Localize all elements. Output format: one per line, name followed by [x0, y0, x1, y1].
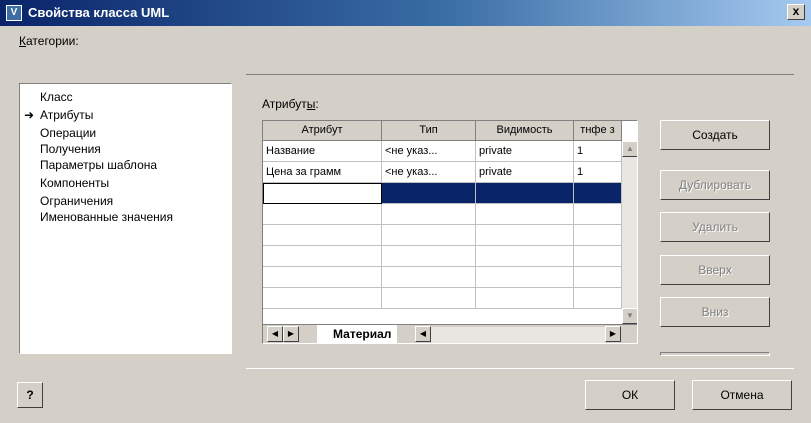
horizontal-scroll-track[interactable] — [431, 327, 605, 343]
duplicate-button[interactable]: Дублировать — [660, 170, 770, 200]
vertical-scrollbar[interactable]: ▲ ▼ — [622, 141, 637, 324]
tab-next-icon[interactable]: ▶ — [283, 326, 299, 342]
move-down-button[interactable]: Вниз — [660, 297, 770, 327]
table-cell[interactable]: private — [476, 162, 574, 183]
category-item-components[interactable]: Компоненты — [40, 176, 109, 191]
table-cell[interactable] — [476, 246, 574, 267]
tab-prev-icon[interactable]: ◀ — [267, 326, 283, 342]
scroll-up-icon[interactable]: ▲ — [622, 141, 637, 157]
table-cell[interactable]: <не указ... — [382, 162, 476, 183]
sheet-tab-bar: ◀ ▶ Материал ◀ ▶ — [263, 324, 637, 343]
column-header-multiplicity[interactable]: тнфе з — [574, 121, 622, 141]
table-cell[interactable]: 1 — [574, 141, 622, 162]
attributes-label: Атрибуты: — [262, 97, 319, 111]
table-cell[interactable] — [574, 225, 622, 246]
help-button[interactable]: ? — [17, 382, 43, 408]
app-icon: V — [6, 5, 22, 21]
hscroll-left-icon[interactable]: ◀ — [415, 326, 431, 342]
ok-button[interactable]: ОК — [585, 380, 675, 410]
table-cell[interactable] — [263, 288, 382, 309]
close-button[interactable]: x — [787, 4, 805, 20]
category-item-operations[interactable]: Операции — [40, 126, 96, 141]
table-cell[interactable] — [574, 288, 622, 309]
cancel-button[interactable]: Отмена — [692, 380, 792, 410]
table-cell[interactable] — [382, 246, 476, 267]
table-cell[interactable] — [574, 204, 622, 225]
category-item-class[interactable]: Класс — [40, 90, 73, 105]
delete-button[interactable]: Удалить — [660, 212, 770, 242]
new-row-input[interactable] — [263, 183, 382, 204]
table-cell[interactable] — [476, 225, 574, 246]
table-cell[interactable] — [263, 246, 382, 267]
table-cell[interactable] — [574, 267, 622, 288]
table-cell[interactable] — [382, 225, 476, 246]
column-header-attribute[interactable]: Атрибут — [263, 121, 382, 141]
table-cell[interactable]: Цена за грамм — [263, 162, 382, 183]
table-cell[interactable] — [382, 288, 476, 309]
window-title: Свойства класса UML — [28, 5, 170, 20]
title-bar: V Свойства класса UML x — [0, 0, 811, 26]
selected-arrow-icon: ➜ — [24, 108, 35, 122]
hscroll-right-icon[interactable]: ▶ — [605, 326, 621, 342]
table-cell-selected[interactable] — [574, 183, 622, 204]
tab-material[interactable]: Материал — [317, 325, 398, 343]
category-item-receptions[interactable]: Получения — [40, 142, 101, 157]
table-cell[interactable] — [476, 267, 574, 288]
categories-label: Категории: — [19, 34, 79, 48]
move-up-button[interactable]: Вверх — [660, 255, 770, 285]
table-cell-selected[interactable] — [382, 183, 476, 204]
table-cell[interactable]: private — [476, 141, 574, 162]
create-button[interactable]: Создать — [660, 120, 770, 150]
table-cell[interactable] — [476, 204, 574, 225]
table-cell[interactable] — [382, 204, 476, 225]
category-item-template-params[interactable]: Параметры шаблона — [40, 158, 157, 173]
category-item-attributes[interactable]: Атрибуты — [40, 108, 93, 123]
table-cell[interactable]: Название — [263, 141, 382, 162]
table-cell[interactable] — [476, 288, 574, 309]
separator — [660, 352, 770, 356]
table-cell[interactable]: 1 — [574, 162, 622, 183]
table-cell[interactable] — [263, 267, 382, 288]
categories-list[interactable]: ➜ Класс Атрибуты Операции Получения Пара… — [19, 83, 232, 354]
attributes-grid[interactable]: Атрибут Тип Видимость тнфе з Название <н… — [262, 120, 638, 344]
table-cell[interactable] — [574, 246, 622, 267]
table-cell[interactable] — [263, 204, 382, 225]
category-item-constraints[interactable]: Ограничения — [40, 194, 113, 209]
table-cell[interactable]: <не указ... — [382, 141, 476, 162]
category-item-tagged-values[interactable]: Именованные значения — [40, 210, 173, 225]
column-header-visibility[interactable]: Видимость — [476, 121, 574, 141]
table-cell[interactable] — [382, 267, 476, 288]
column-header-type[interactable]: Тип — [382, 121, 476, 141]
table-cell[interactable] — [263, 225, 382, 246]
scroll-down-icon[interactable]: ▼ — [622, 308, 637, 324]
table-cell-selected[interactable] — [476, 183, 574, 204]
